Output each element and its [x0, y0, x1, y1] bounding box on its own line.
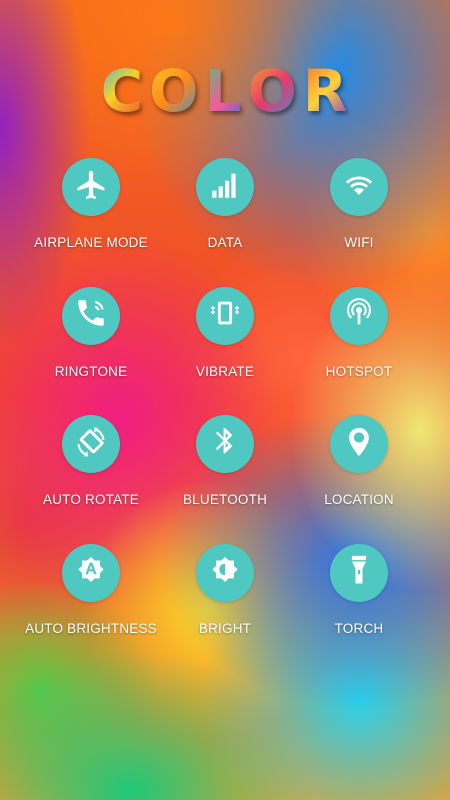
toggle-location[interactable]: LOCATION	[292, 415, 426, 544]
vibrate-icon	[208, 296, 242, 335]
toggle-auto-rotate[interactable]: AUTO ROTATE	[24, 415, 158, 544]
toggle-torch[interactable]: TORCH	[292, 543, 426, 673]
bluetooth-icon	[208, 425, 242, 464]
phone-ring-icon	[74, 296, 108, 335]
toggle-label: LOCATION	[324, 492, 394, 507]
toggle-label: BLUETOOTH	[182, 492, 268, 507]
toggle-label: AUTO ROTATE	[43, 492, 139, 507]
toggle-label: DATA	[207, 235, 243, 250]
toggle-circle[interactable]	[196, 415, 254, 473]
toggle-circle[interactable]	[62, 415, 120, 473]
toggle-label: WIFI	[344, 235, 374, 250]
hotspot-icon	[342, 296, 376, 335]
toggle-circle[interactable]	[330, 543, 388, 602]
logo-letter: O	[247, 57, 299, 125]
toggle-label: VIBRATE	[195, 363, 255, 379]
toggle-circle[interactable]	[196, 543, 254, 602]
toggle-data[interactable]: DATA	[158, 158, 292, 287]
toggle-ringtone[interactable]: RINGTONE	[24, 286, 158, 416]
toggle-circle[interactable]	[62, 286, 120, 345]
toggle-circle[interactable]	[62, 158, 120, 216]
toggle-wifi[interactable]: WIFI	[292, 158, 426, 287]
brightness-icon	[208, 553, 242, 592]
auto-brightness-icon	[74, 553, 108, 592]
airplane-icon	[74, 168, 108, 207]
location-pin-icon	[342, 425, 376, 464]
torch-icon	[342, 553, 376, 592]
toggle-circle[interactable]	[330, 158, 388, 216]
toggle-label: RINGTONE	[54, 363, 128, 379]
logo-letter: R	[302, 57, 350, 125]
toggle-vibrate[interactable]: VIBRATE	[158, 286, 292, 416]
rotate-icon	[74, 425, 108, 464]
toggle-bright[interactable]: BRIGHT	[158, 543, 292, 673]
toggle-label: AUTO BRIGHTNESS	[25, 620, 157, 636]
toggle-circle[interactable]	[330, 415, 388, 473]
toggle-bluetooth[interactable]: BLUETOOTH	[158, 415, 292, 544]
quick-settings-grid: AIRPLANE MODE DATA WIFI RINGTONE VIBRATE…	[24, 158, 426, 672]
toggle-label: BRIGHT	[198, 620, 252, 636]
toggle-circle[interactable]	[196, 158, 254, 216]
toggle-hotspot[interactable]: HOTSPOT	[292, 286, 426, 416]
wifi-icon	[342, 168, 376, 207]
signal-bars-icon	[208, 168, 242, 207]
toggle-airplane-mode[interactable]: AIRPLANE MODE	[24, 158, 158, 287]
toggle-circle[interactable]	[196, 286, 254, 345]
toggle-circle[interactable]	[330, 286, 388, 345]
color-logo: C O L O R	[0, 58, 450, 124]
toggle-auto-brightness[interactable]: AUTO BRIGHTNESS	[24, 543, 158, 673]
toggle-label: TORCH	[334, 620, 384, 636]
toggle-circle[interactable]	[62, 543, 120, 602]
toggle-label: HOTSPOT	[325, 363, 393, 379]
logo-letter: L	[204, 57, 244, 125]
toggle-label: AIRPLANE MODE	[34, 235, 148, 250]
logo-letter: C	[100, 57, 146, 125]
logo-letter: O	[149, 57, 201, 125]
